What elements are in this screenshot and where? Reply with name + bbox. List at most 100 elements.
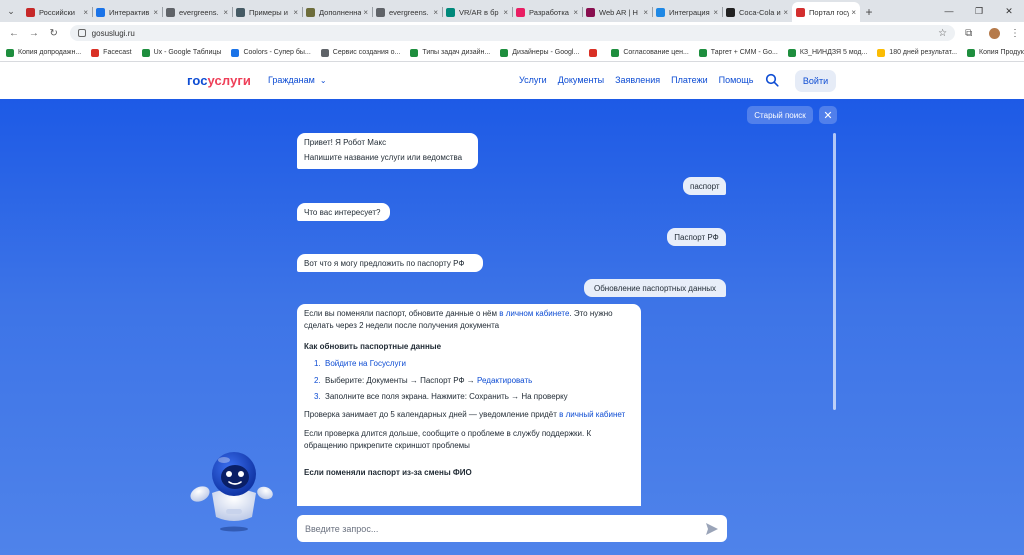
bookmark-favicon-icon [500,48,509,57]
tab-close-icon[interactable]: × [293,8,298,17]
browser-tab[interactable]: Интеграция × [652,2,722,22]
chat-query-input[interactable] [305,523,705,534]
personal-cabinet-link[interactable]: в личный кабинет [559,410,625,419]
bookmark-item[interactable]: Таргет + СММ - Go... [698,48,778,57]
tab-close-icon[interactable]: × [713,8,718,17]
tab-close-icon[interactable]: × [363,8,368,17]
back-icon[interactable]: ← [4,28,24,39]
browser-tab[interactable]: Дополненна × [302,2,372,22]
reload-icon[interactable]: ↻ [44,28,64,39]
tab-close-icon[interactable]: × [433,8,438,17]
browser-tab[interactable]: Российски × [22,2,92,22]
tab-search-chevron-icon[interactable]: ⌄ [0,0,22,22]
omnibox[interactable]: gosuslugi.ru ☆ [69,25,956,41]
site-info-icon[interactable] [77,29,86,37]
site-header: госуслуги Гражданам ⌄ Услуги Документы За… [0,62,1024,99]
address-bar-row: ← → ↻ gosuslugi.ru ☆ ⧉ ⋮ [0,22,1024,44]
bookmark-item[interactable]: КЗ_НИНДЗЯ 5 мод... [787,48,867,57]
tab-title: Web AR | Н [599,7,638,17]
old-search-button[interactable]: Старый поиск [747,106,813,124]
tab-close-icon[interactable]: × [851,8,856,17]
send-icon[interactable] [705,522,719,536]
bookmark-favicon-icon [877,48,886,57]
tab-favicon-icon [96,7,105,17]
bookmark-star-icon[interactable]: ☆ [938,28,947,39]
browser-tab[interactable]: evergreens. × [372,2,442,22]
tab-close-icon[interactable]: × [83,8,88,17]
bookmark-favicon-icon [91,48,100,57]
tab-close-icon[interactable]: × [573,8,578,17]
tab-favicon-icon [166,7,175,17]
close-icon[interactable]: ✕ [819,106,837,124]
browser-tab[interactable]: Web AR | Н × [582,2,652,22]
tab-close-icon[interactable]: × [783,8,788,17]
tab-favicon-icon [726,7,735,17]
browser-tab[interactable]: Примеры и × [232,2,302,22]
minimize-icon[interactable]: — [934,0,964,22]
browser-tab[interactable]: Интерактив × [92,2,162,22]
user-message: Паспорт РФ [667,228,726,246]
bookmark-label: Facecast [103,49,132,56]
list-item: 1. Войдите на Госуслуги [314,358,634,370]
maximize-icon[interactable]: ❐ [964,0,994,22]
answer-heading: Если поменяли паспорт из-за смены ФИО [304,467,472,477]
login-gosuslugi-link[interactable]: Войдите на Госуслуги [325,358,406,370]
tab-close-icon[interactable]: × [153,8,158,17]
chat-input-container [297,515,727,542]
personal-account-link[interactable]: в личном кабинете [499,309,569,318]
tab-close-icon[interactable]: × [643,8,648,17]
bookmark-item[interactable]: Ux - Google Таблицы [141,48,221,57]
bookmark-item[interactable]: Копия Продуктовы... [967,48,1024,57]
tab-title: Портал госу [809,7,850,17]
tab-favicon-icon [446,7,455,17]
nav-payments[interactable]: Платежи [671,75,708,85]
tabs-container: Российски × Интерактив × evergreens. × Примеры… [22,0,860,22]
browser-tab[interactable]: evergreens. × [162,2,232,22]
chat-scrollbar[interactable] [833,133,836,410]
bookmark-favicon-icon [141,48,150,57]
bookmark-item[interactable] [589,48,601,57]
extensions-icon[interactable]: ⧉ [965,28,981,39]
bookmark-item[interactable]: Согласование цен... [611,48,689,57]
browser-tab[interactable]: Портал госу × [792,2,860,22]
bookmark-label: Дизайнеры - Googl... [512,49,580,56]
search-icon[interactable] [765,73,779,87]
login-button[interactable]: Войти [795,70,836,92]
url-text[interactable]: gosuslugi.ru [92,29,938,38]
close-window-icon[interactable]: ✕ [994,0,1024,22]
tab-close-icon[interactable]: × [223,8,228,17]
tab-title: evergreens. [179,7,219,17]
browser-tab[interactable]: Разработка × [512,2,582,22]
list-item: 3. Заполните все поля экрана. Нажмите: Со… [314,391,568,401]
bookmark-favicon-icon [6,48,14,57]
nav-applications[interactable]: Заявления [615,75,660,85]
bookmark-item[interactable]: Coolors - Супер бы... [231,48,311,57]
main-nav: Услуги Документы Заявления Платежи Помощ… [519,75,764,85]
bookmark-item[interactable]: 180 дней результат... [877,48,957,57]
new-tab-button[interactable]: + [860,2,878,22]
tab-title: Российски [39,7,75,17]
bookmark-favicon-icon [589,48,598,57]
logo-part-uslugi: услуги [207,73,252,88]
robot-max-avatar [190,452,273,532]
edit-link[interactable]: Редактировать [477,376,532,385]
more-menu-icon[interactable]: ⋮ [1010,28,1020,39]
bookmark-item[interactable]: Сервис создания о... [320,48,400,57]
profile-avatar[interactable] [989,27,1000,39]
bot-message-greeting: Привет! Я Робот Макс Напишите название у… [297,133,478,169]
nav-services[interactable]: Услуги [519,75,547,85]
bookmark-item[interactable]: Копия допродажн... [6,48,81,57]
bookmark-item[interactable]: Facecast [91,48,132,57]
tab-close-icon[interactable]: × [503,8,508,17]
browser-tab[interactable]: Coca-Cola и × [722,2,792,22]
audience-selector[interactable]: Гражданам ⌄ [268,75,327,85]
answer-paragraph: Проверка занимает до 5 календарных дней … [304,410,626,420]
bookmark-item[interactable]: Типы задач дизайн... [410,48,490,57]
bookmark-item[interactable]: Дизайнеры - Googl... [500,48,580,57]
nav-documents[interactable]: Документы [558,75,604,85]
forward-icon[interactable]: → [24,28,44,39]
gosuslugi-logo[interactable]: госуслуги [187,73,251,88]
bookmark-favicon-icon [967,48,976,57]
nav-help[interactable]: Помощь [719,75,754,85]
browser-tab[interactable]: VR/AR в бр × [442,2,512,22]
